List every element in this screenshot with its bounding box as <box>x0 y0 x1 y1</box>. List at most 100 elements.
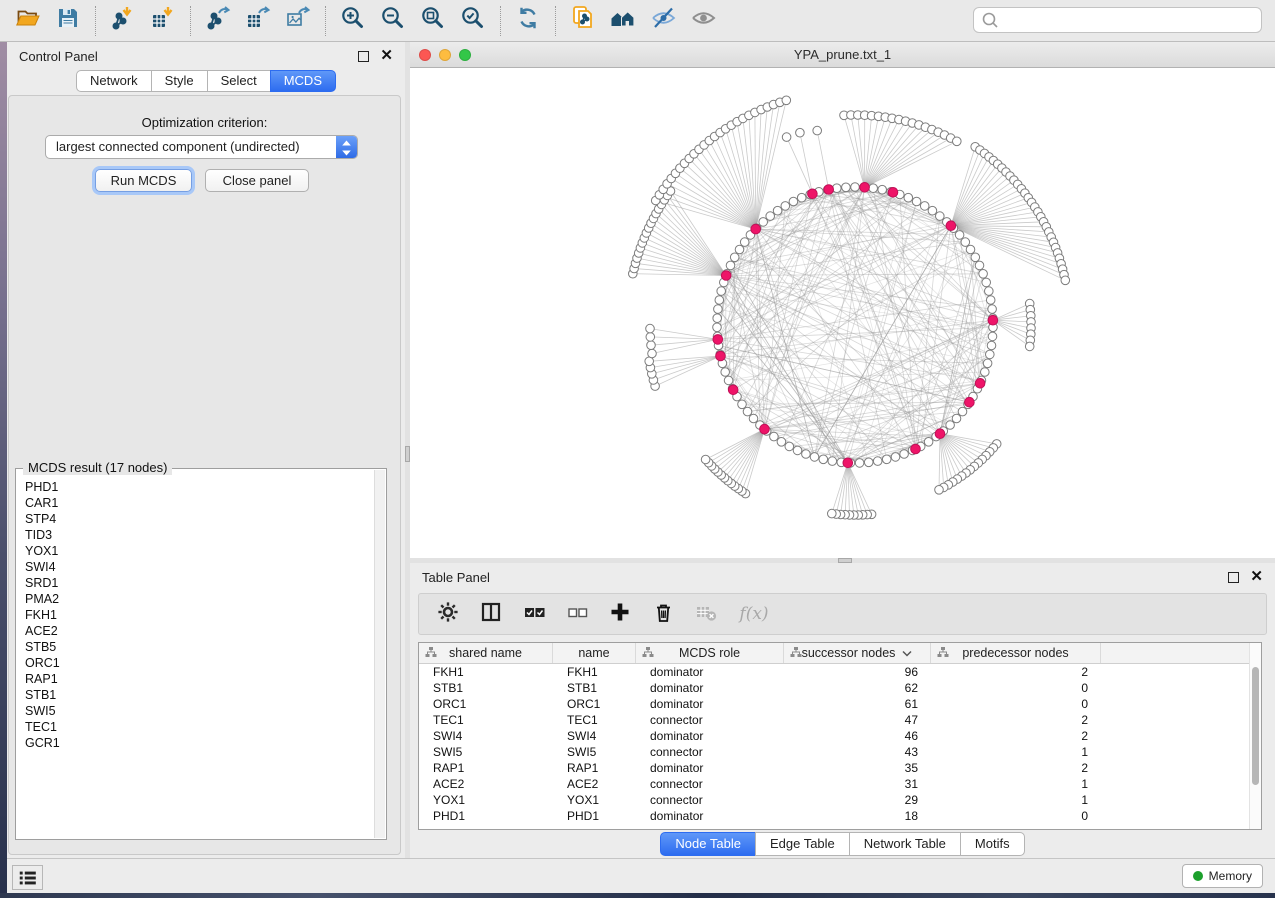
network-node <box>740 238 749 247</box>
zoom-out-button[interactable] <box>373 3 413 39</box>
cell-predecessor-nodes: 0 <box>931 697 1101 711</box>
optimization-criterion-dropdown[interactable]: largest connected component (undirected) <box>45 135 358 159</box>
tab-network-table[interactable]: Network Table <box>849 832 961 856</box>
tab-style[interactable]: Style <box>151 70 208 92</box>
cell-shared-name: FKH1 <box>419 665 553 679</box>
network-node <box>781 202 790 211</box>
column-header-mcds-role[interactable]: MCDS role <box>636 643 784 663</box>
table-row[interactable]: RAP1RAP1dominator352 <box>419 760 1261 776</box>
run-mcds-button[interactable]: Run MCDS <box>95 169 192 192</box>
import-network-button[interactable] <box>103 3 143 39</box>
houses-button[interactable] <box>603 3 643 39</box>
tab-node-table[interactable]: Node Table <box>660 832 756 856</box>
float-panel-icon[interactable] <box>358 51 369 62</box>
close-panel-button[interactable]: Close panel <box>205 169 309 192</box>
table-scrollbar[interactable] <box>1249 643 1261 829</box>
column-header-shared-name[interactable]: shared name <box>419 643 553 663</box>
close-panel-icon[interactable]: ✕ <box>380 50 393 62</box>
network-window-titlebar: YPA_prune.txt_1 <box>410 42 1275 68</box>
mcds-result-item[interactable]: FKH1 <box>25 607 374 623</box>
table-row[interactable]: ORC1ORC1dominator610 <box>419 696 1261 712</box>
tab-select[interactable]: Select <box>207 70 271 92</box>
mcds-result-item[interactable]: ORC1 <box>25 655 374 671</box>
add-column-button[interactable] <box>608 602 632 626</box>
mcds-result-item[interactable]: SWI4 <box>25 559 374 575</box>
tab-edge-table[interactable]: Edge Table <box>755 832 850 856</box>
column-header-name[interactable]: name <box>553 643 636 663</box>
zoom-fit-button[interactable] <box>413 3 453 39</box>
mcds-network-node <box>888 188 898 198</box>
float-panel-icon[interactable] <box>1228 572 1239 583</box>
table-row[interactable]: ACE2ACE2connector311 <box>419 776 1261 792</box>
network-node <box>855 459 864 468</box>
cell-successor-nodes: 31 <box>784 777 931 791</box>
maximize-window-icon[interactable] <box>459 49 471 61</box>
zoom-in-button[interactable] <box>333 3 373 39</box>
select-all-button[interactable] <box>522 602 546 626</box>
export-network-button[interactable] <box>198 3 238 39</box>
scrollbar-thumb[interactable] <box>1252 667 1259 785</box>
table-row[interactable]: TEC1TEC1connector472 <box>419 712 1261 728</box>
mcds-result-item[interactable]: CAR1 <box>25 495 374 511</box>
dropdown-selected-value: largest connected component (undirected) <box>46 136 357 158</box>
mcds-result-item[interactable]: PMA2 <box>25 591 374 607</box>
network-leaf-node <box>648 349 657 358</box>
mcds-result-item[interactable]: SWI5 <box>25 703 374 719</box>
export-table-button[interactable] <box>238 3 278 39</box>
search-input[interactable] <box>1003 12 1261 29</box>
mcds-result-item[interactable]: YOX1 <box>25 543 374 559</box>
zoom-selected-button[interactable] <box>453 3 493 39</box>
show-all-button[interactable] <box>683 3 723 39</box>
column-header-predecessor-nodes[interactable]: predecessor nodes <box>931 643 1101 663</box>
network-node <box>966 245 975 254</box>
open-session-button[interactable] <box>8 3 48 39</box>
mcds-result-item[interactable]: TID3 <box>25 527 374 543</box>
table-row[interactable]: SWI5SWI5connector431 <box>419 744 1261 760</box>
column-view-button[interactable] <box>479 602 503 626</box>
delete-column-button[interactable] <box>651 602 675 626</box>
mcds-result-scrollbar[interactable] <box>374 470 385 838</box>
mcds-result-item[interactable]: TEC1 <box>25 719 374 735</box>
network-node <box>713 323 722 332</box>
column-label: successor nodes <box>802 646 896 660</box>
table-row[interactable]: PHD1PHD1dominator180 <box>419 808 1261 824</box>
tab-motifs[interactable]: Motifs <box>960 832 1025 856</box>
close-window-icon[interactable] <box>419 49 431 61</box>
table-row[interactable]: FKH1FKH1dominator962 <box>419 664 1261 680</box>
network-node <box>785 442 794 451</box>
mcds-result-item[interactable]: RAP1 <box>25 671 374 687</box>
network-node <box>952 414 961 423</box>
network-canvas[interactable] <box>410 68 1275 558</box>
clone-network-button[interactable] <box>563 3 603 39</box>
export-image-button[interactable] <box>278 3 318 39</box>
hide-selected-button[interactable] <box>643 3 683 39</box>
memory-button[interactable]: Memory <box>1182 864 1263 888</box>
tab-network[interactable]: Network <box>76 70 152 92</box>
mcds-result-item[interactable]: GCR1 <box>25 735 374 751</box>
task-history-button[interactable] <box>12 865 43 890</box>
export-table-icon <box>245 5 271 36</box>
import-table-button[interactable] <box>143 3 183 39</box>
network-node <box>900 450 909 459</box>
table-row[interactable]: SWI4SWI4dominator462 <box>419 728 1261 744</box>
save-session-button[interactable] <box>48 3 88 39</box>
mcds-result-item[interactable]: STB5 <box>25 639 374 655</box>
settings-button[interactable] <box>436 602 460 626</box>
mcds-result-item[interactable]: STB1 <box>25 687 374 703</box>
mcds-result-item[interactable]: SRD1 <box>25 575 374 591</box>
column-header-successor-nodes[interactable]: successor nodes <box>784 643 931 663</box>
close-panel-icon[interactable]: ✕ <box>1250 571 1263 583</box>
deselect-all-button[interactable] <box>565 602 589 626</box>
optimization-criterion-label: Optimization criterion: <box>9 115 400 130</box>
mcds-result-item[interactable]: PHD1 <box>25 479 374 495</box>
status-bar: Memory <box>7 858 1275 893</box>
mcds-result-item[interactable]: STP4 <box>25 511 374 527</box>
table-row[interactable]: YOX1YOX1connector291 <box>419 792 1261 808</box>
minimize-window-icon[interactable] <box>439 49 451 61</box>
apply-layout-button[interactable] <box>508 3 548 39</box>
mcds-result-item[interactable]: ACE2 <box>25 623 374 639</box>
control-panel-tabbar: NetworkStyleSelectMCDS <box>7 70 405 92</box>
tab-mcds[interactable]: MCDS <box>270 70 336 92</box>
table-row[interactable]: STB1STB1dominator620 <box>419 680 1261 696</box>
cell-successor-nodes: 46 <box>784 729 931 743</box>
